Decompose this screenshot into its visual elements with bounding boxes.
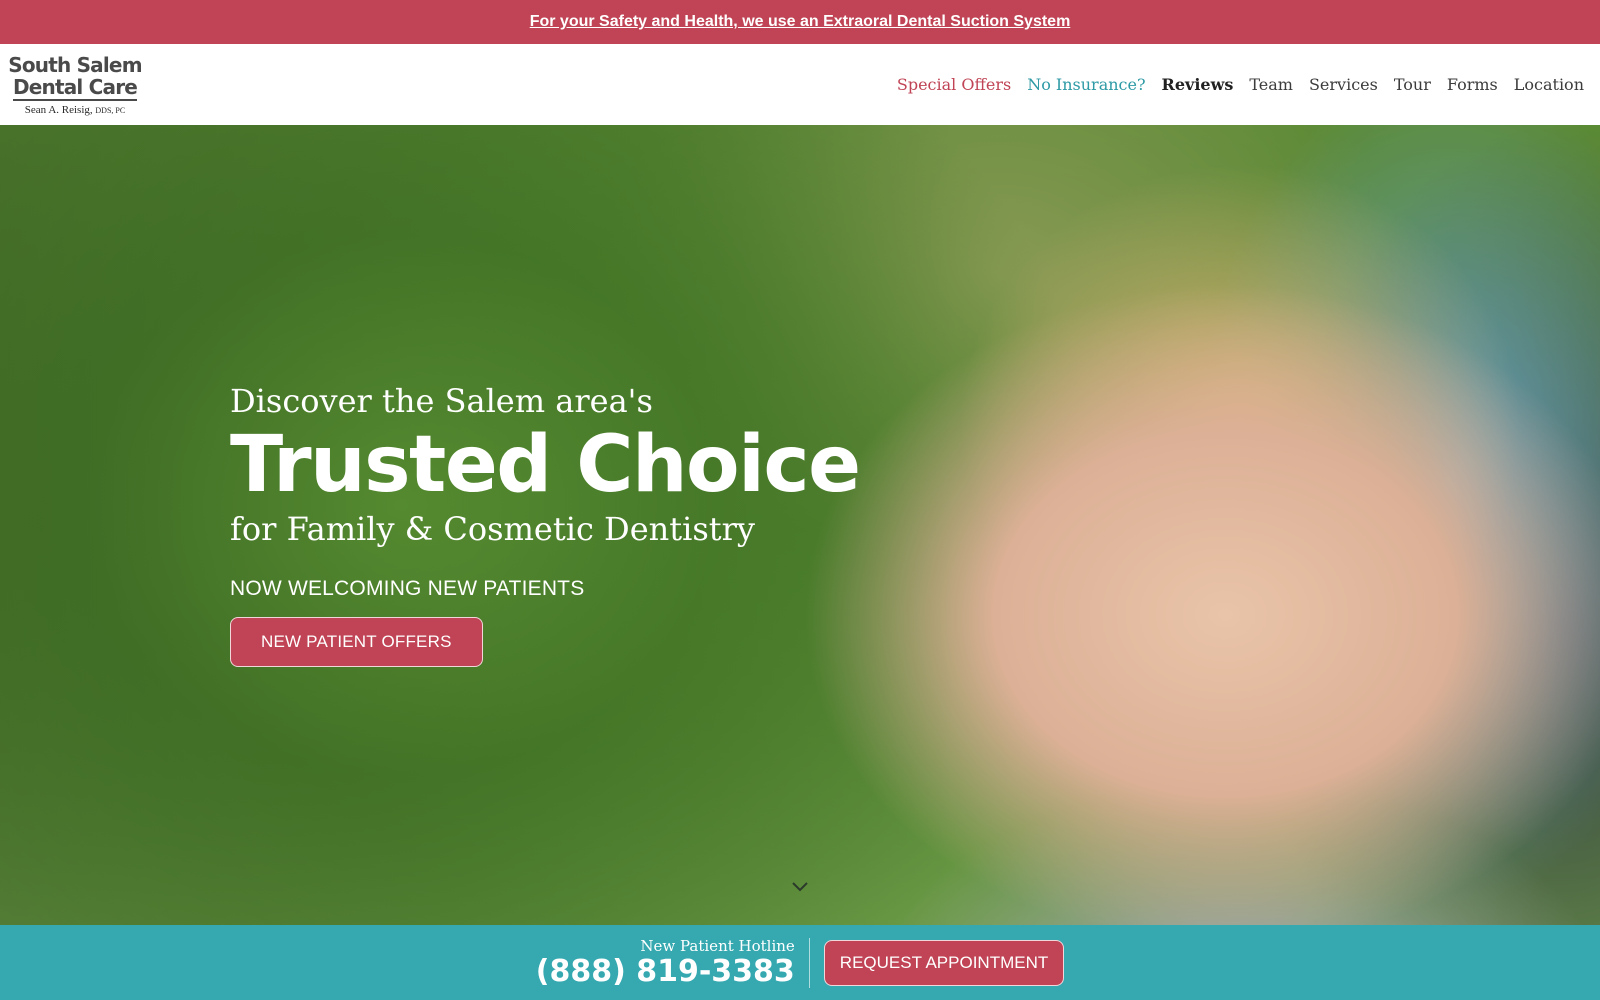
bottom-cta-bar: New Patient Hotline (888) 819-3383 REQUE… xyxy=(0,925,1600,1000)
main-nav: Special Offers No Insurance? Reviews Tea… xyxy=(897,75,1584,94)
announcement-bar: For your Safety and Health, we use an Ex… xyxy=(0,0,1600,44)
request-appointment-button[interactable]: REQUEST APPOINTMENT xyxy=(823,939,1065,986)
hero-pre-title: Discover the Salem area's xyxy=(230,382,653,420)
hero-banner: Discover the Salem area's Trusted Choice… xyxy=(0,125,1600,925)
nav-services[interactable]: Services xyxy=(1309,75,1378,94)
logo-line-1: South Salem xyxy=(8,52,142,77)
chevron-down-icon[interactable] xyxy=(790,877,810,897)
hero-subtitle: for Family & Cosmetic Dentistry xyxy=(230,510,755,548)
nav-location[interactable]: Location xyxy=(1514,75,1584,94)
nav-team[interactable]: Team xyxy=(1249,75,1293,94)
nav-special-offers[interactable]: Special Offers xyxy=(897,75,1011,94)
logo-credentials: DDS, PC xyxy=(95,105,126,115)
hero-welcome-text: NOW WELCOMING NEW PATIENTS xyxy=(230,577,585,600)
hero-content: Discover the Salem area's Trusted Choice… xyxy=(230,382,861,667)
hotline-label: New Patient Hotline xyxy=(640,936,795,955)
announcement-link[interactable]: For your Safety and Health, we use an Ex… xyxy=(530,13,1071,31)
logo-doctor-name: Sean A. Reisig, xyxy=(24,103,93,116)
nav-tour[interactable]: Tour xyxy=(1394,75,1431,94)
nav-no-insurance[interactable]: No Insurance? xyxy=(1027,75,1145,94)
logo-doctor: Sean A. Reisig, DDS, PC xyxy=(25,104,125,116)
divider xyxy=(808,937,810,988)
logo-line-2: Dental Care xyxy=(12,74,138,101)
hotline-phone[interactable]: (888) 819-3383 xyxy=(536,954,795,989)
hero-title: Trusted Choice xyxy=(230,420,861,510)
logo[interactable]: South Salem Dental Care Sean A. Reisig, … xyxy=(8,54,142,116)
hotline: New Patient Hotline (888) 819-3383 xyxy=(536,937,809,989)
nav-forms[interactable]: Forms xyxy=(1447,75,1498,94)
site-header: South Salem Dental Care Sean A. Reisig, … xyxy=(0,44,1600,125)
new-patient-offers-button[interactable]: NEW PATIENT OFFERS xyxy=(230,617,483,667)
nav-reviews[interactable]: Reviews xyxy=(1162,75,1234,94)
